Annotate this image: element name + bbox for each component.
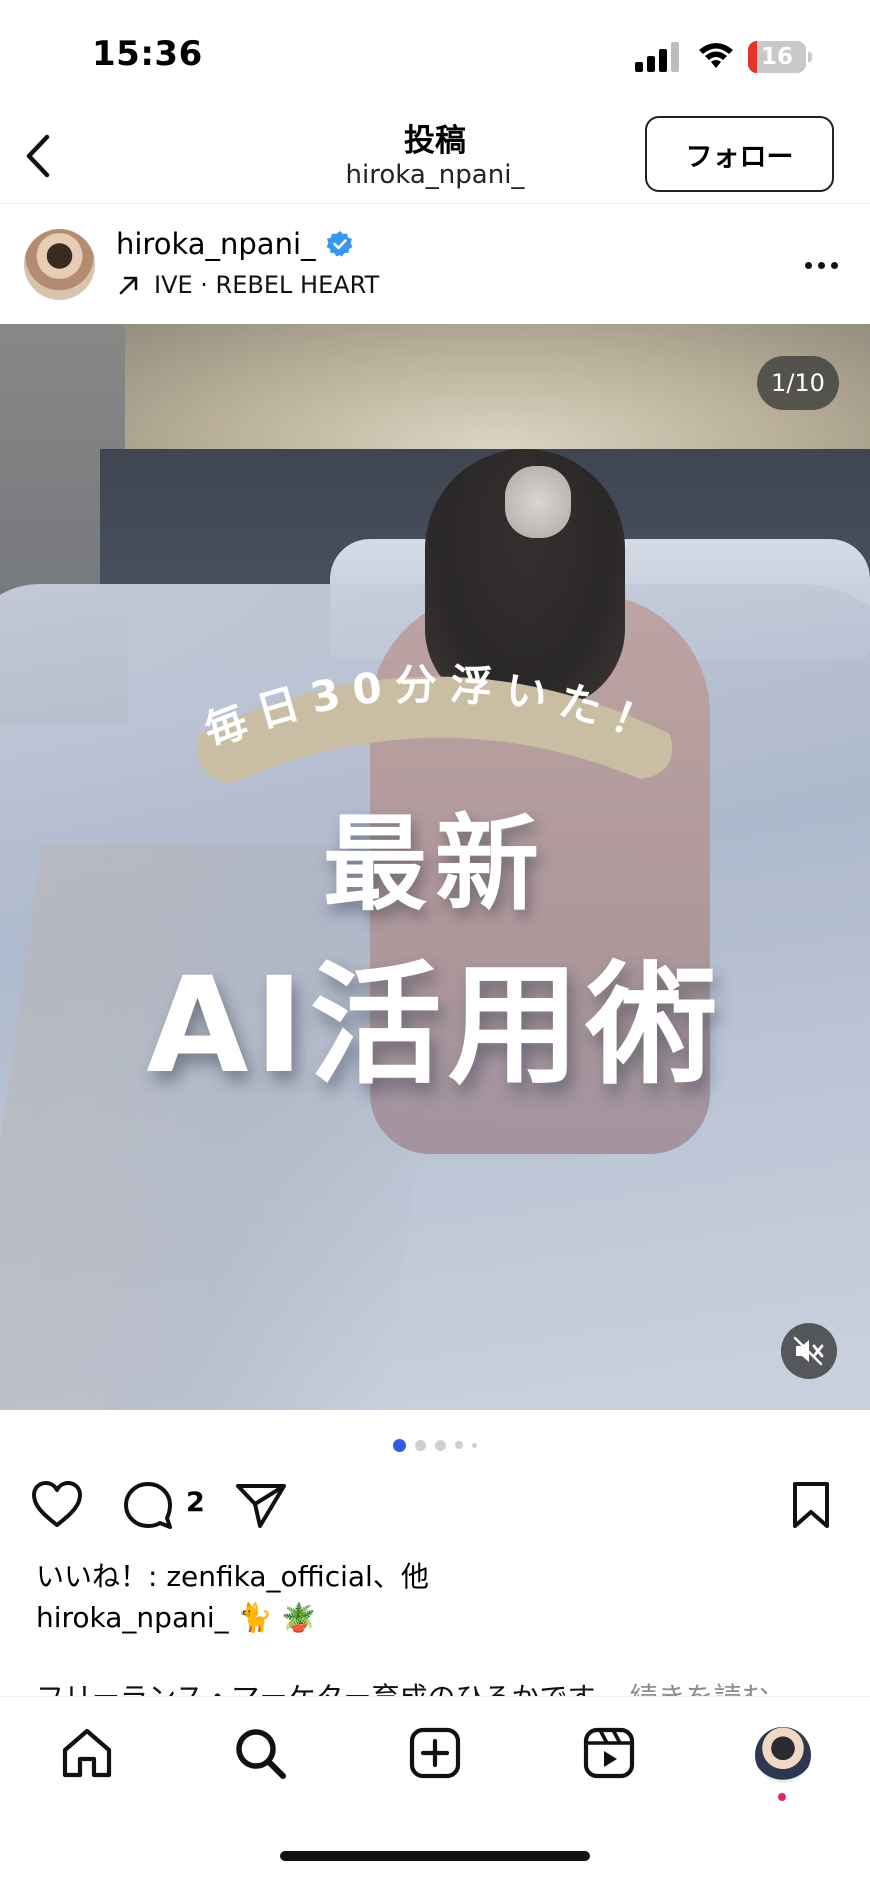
- image-counter: 1/10: [757, 356, 839, 410]
- more-icon: [804, 261, 812, 269]
- reels-icon: [583, 1727, 635, 1779]
- author-avatar[interactable]: [24, 229, 95, 300]
- mute-icon: [793, 1336, 824, 1366]
- share-icon[interactable]: [234, 1480, 288, 1530]
- battery-percent: 16: [760, 44, 793, 70]
- music-title: IVE · REBEL HEART: [154, 271, 380, 299]
- battery-indicator: 16: [748, 41, 812, 73]
- home-indicator: [280, 1851, 590, 1861]
- carousel-dot: [435, 1439, 446, 1451]
- verified-badge-icon: [326, 231, 353, 257]
- author-name-row[interactable]: hiroka_npani_: [116, 227, 354, 261]
- post-author-row: hiroka_npani_ IVE · REBEL HEART: [0, 205, 870, 323]
- bookmark-icon[interactable]: [790, 1480, 832, 1530]
- headline-line-1: 最新: [322, 803, 547, 925]
- likes-summary[interactable]: いいね！: zenfika_official、他: [36, 1555, 429, 1595]
- wifi-icon: [699, 43, 733, 68]
- arrow-up-right-icon: [119, 276, 138, 295]
- profile-notification-dot: [778, 1793, 786, 1801]
- tab-create[interactable]: [405, 1723, 465, 1783]
- author-username[interactable]: hiroka_npani_: [116, 227, 316, 261]
- create-icon: [409, 1727, 461, 1779]
- tab-profile-avatar[interactable]: [755, 1727, 811, 1783]
- comment-icon[interactable]: [121, 1480, 175, 1530]
- more-options-button[interactable]: [796, 245, 846, 285]
- tab-home[interactable]: [57, 1723, 117, 1783]
- more-icon-dot: [830, 261, 838, 269]
- caption-author-name[interactable]: hiroka_npani_ 🐈 🪴: [36, 1601, 316, 1634]
- status-time: 15:36: [92, 34, 203, 74]
- comment-count: 2: [186, 1487, 205, 1518]
- carousel-dots: [0, 1437, 870, 1453]
- carousel-dot: [455, 1441, 463, 1449]
- tab-reels[interactable]: [579, 1723, 639, 1783]
- caption-author[interactable]: hiroka_npani_ 🐈 🪴: [36, 1601, 316, 1634]
- banner-pill: 毎日30分浮いた！: [197, 659, 673, 784]
- caption-text: フリーランス・マーケター育成のひろかです。 続きを読む: [36, 1674, 846, 1698]
- music-link[interactable]: IVE · REBEL HEART: [118, 271, 379, 299]
- post-image-carousel[interactable]: 1/10 毎日30分浮いた！ 最新 AI活用術: [0, 324, 870, 1410]
- cellular-signal-icon: [635, 42, 679, 72]
- carousel-dot: [415, 1439, 426, 1451]
- headline-line-2: AI活用術: [146, 949, 724, 1103]
- mute-button[interactable]: [781, 1323, 837, 1379]
- search-icon: [236, 1729, 286, 1779]
- bottom-tab-bar: [0, 1696, 870, 1836]
- carousel-dot: [472, 1442, 477, 1448]
- heart-icon[interactable]: [30, 1480, 84, 1530]
- follow-button[interactable]: フォロー: [645, 116, 834, 192]
- post-header: 投稿 hiroka_npani_ フォロー: [0, 110, 870, 204]
- carousel-dot: [393, 1438, 406, 1452]
- tab-search[interactable]: [230, 1723, 290, 1783]
- post-actions: 2: [0, 1470, 870, 1540]
- home-icon: [62, 1728, 112, 1778]
- status-bar: 15:36 16: [0, 0, 870, 110]
- more-icon-dot: [817, 261, 825, 269]
